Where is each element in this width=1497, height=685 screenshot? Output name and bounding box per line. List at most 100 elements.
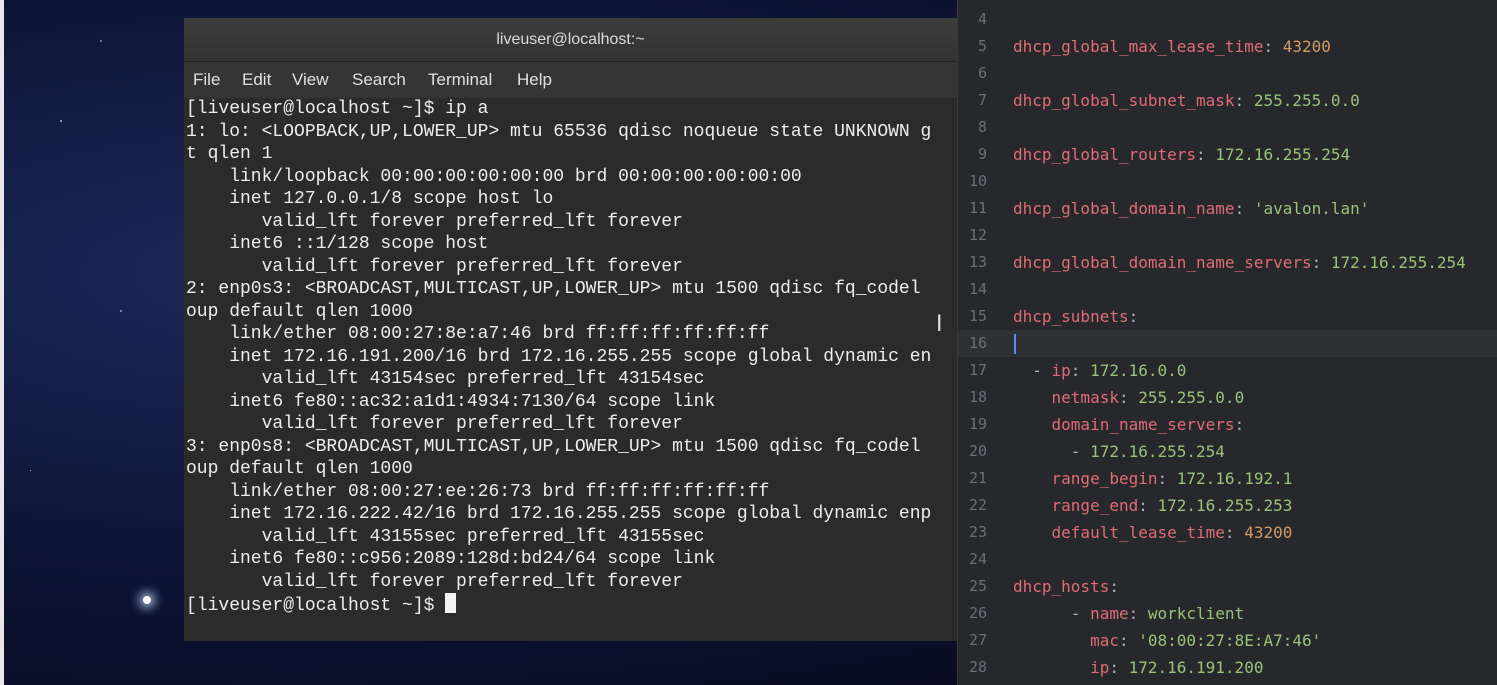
line-indent: -: [1013, 442, 1091, 461]
yaml-separator: :: [1109, 577, 1119, 596]
editor-line[interactable]: 15 dhcp_subnets:: [958, 303, 1497, 330]
editor-line[interactable]: 12: [958, 222, 1497, 249]
line-number: 20: [968, 442, 987, 460]
terminal-output[interactable]: [liveuser@localhost ~]$ ip a 1: lo: <LOOP…: [184, 98, 957, 641]
terminal-window[interactable]: liveuser@localhost:~ File Edit View Sear…: [184, 18, 957, 641]
line-number: 21: [968, 469, 987, 487]
editor-line[interactable]: 19 domain_name_servers:: [958, 411, 1497, 438]
line-code: - name: workclient: [1013, 600, 1244, 627]
editor-line[interactable]: 23 default_lease_time: 43200: [958, 519, 1497, 546]
yaml-value: 172.16.255.254: [1090, 442, 1225, 461]
editor-line[interactable]: 17 - ip: 172.16.0.0: [958, 357, 1497, 384]
line-code: dhcp_global_subnet_mask: 255.255.0.0: [1013, 87, 1360, 114]
editor-line[interactable]: 13 dhcp_global_domain_name_servers: 172.1…: [958, 249, 1497, 276]
editor-line[interactable]: 18 netmask: 255.255.0.0: [958, 384, 1497, 411]
line-code: dhcp_hosts:: [1013, 573, 1119, 600]
terminal-output-line: valid_lft forever preferred_lft forever: [186, 256, 683, 277]
menu-file[interactable]: File: [193, 62, 220, 98]
line-number: 28: [968, 658, 987, 676]
desktop-star: [100, 40, 102, 42]
editor-line[interactable]: 6: [958, 60, 1497, 87]
editor-line[interactable]: 10: [958, 168, 1497, 195]
yaml-separator: :: [1234, 199, 1254, 218]
editor-line[interactable]: 5 dhcp_global_max_lease_time: 43200: [958, 33, 1497, 60]
line-code: default_lease_time: 43200: [1013, 519, 1293, 546]
line-number: 6: [977, 64, 987, 82]
yaml-value: 172.16.0.0: [1090, 361, 1187, 380]
line-number: 17: [968, 361, 987, 379]
yaml-separator: :: [1070, 361, 1091, 380]
menu-view[interactable]: View: [292, 62, 329, 98]
line-number: 9: [977, 145, 987, 163]
line-code: ip: 172.16.191.200: [1013, 654, 1263, 681]
editor-line[interactable]: 11 dhcp_global_domain_name: 'avalon.lan': [958, 195, 1497, 222]
yaml-separator: :: [1118, 388, 1139, 407]
yaml-key: range_begin: [1051, 469, 1158, 488]
yaml-key: dhcp_subnets: [1013, 307, 1129, 326]
line-code: dhcp_global_domain_name: 'avalon.lan': [1013, 195, 1369, 222]
yaml-key: dhcp_global_domain_name: [1013, 199, 1235, 218]
terminal-output-line: inet6 fe80::ac32:a1d1:4934:7130/64 scope…: [186, 391, 716, 412]
terminal-output-line: inet6 fe80::c956:2089:128d:bd24/64 scope…: [186, 549, 716, 569]
menu-search[interactable]: Search: [352, 62, 406, 98]
terminal-output-line: link/ether 08:00:27:8e:a7:46 brd ff:ff:f…: [186, 324, 770, 344]
line-code: range_begin: 172.16.192.1: [1013, 465, 1293, 492]
terminal-title: liveuser@localhost:~: [496, 31, 645, 48]
editor-line[interactable]: 25 dhcp_hosts:: [958, 573, 1497, 600]
yaml-value: 172.16.255.253: [1157, 496, 1293, 515]
yaml-key: name: [1090, 604, 1129, 623]
yaml-value: 'avalon.lan': [1253, 199, 1370, 218]
line-number: 24: [968, 550, 987, 568]
terminal-cursor: [445, 593, 457, 613]
yaml-separator: :: [1157, 469, 1177, 488]
editor-line[interactable]: 20 - 172.16.255.254: [958, 438, 1497, 465]
line-number: 7: [977, 91, 987, 109]
editor-line[interactable]: 21 range_begin: 172.16.192.1: [958, 465, 1497, 492]
terminal-prompt-line[interactable]: [liveuser@localhost ~]$: [186, 593, 457, 616]
code-editor[interactable]: 4 5 dhcp_global_max_lease_time: 43200 6 7 dhc…: [957, 0, 1497, 685]
desktop-star: [60, 120, 62, 122]
menu-edit[interactable]: Edit: [242, 62, 271, 98]
line-number: 5: [977, 37, 987, 55]
editor-line[interactable]: 24: [958, 546, 1497, 573]
editor-line[interactable]: 27 mac: '08:00:27:8E:A7:46': [958, 627, 1497, 654]
editor-line[interactable]: 8: [958, 114, 1497, 141]
desktop-star: [143, 596, 151, 604]
menu-help[interactable]: Help: [517, 62, 552, 98]
terminal-titlebar[interactable]: liveuser@localhost:~: [184, 18, 957, 62]
editor-line[interactable]: 9 dhcp_global_routers: 172.16.255.254: [958, 141, 1497, 168]
yaml-key: netmask: [1051, 388, 1119, 407]
line-code: mac: '08:00:27:8E:A7:46': [1013, 627, 1321, 654]
yaml-key: ip: [1090, 658, 1110, 677]
terminal-prompt: [liveuser@localhost ~]$: [186, 596, 446, 616]
yaml-key: dhcp_global_domain_name_servers: [1013, 253, 1312, 272]
editor-line[interactable]: 28 ip: 172.16.191.200: [958, 654, 1497, 681]
line-number: 25: [968, 577, 987, 595]
line-number: 13: [968, 253, 987, 271]
text-caret: [1014, 334, 1016, 354]
menu-terminal[interactable]: Terminal: [428, 62, 492, 98]
editor-line[interactable]: 22 range_end: 172.16.255.253: [958, 492, 1497, 519]
line-number: 14: [968, 280, 987, 298]
line-code: dhcp_global_max_lease_time: 43200: [1013, 33, 1331, 60]
editor-line[interactable]: 16: [958, 330, 1497, 357]
editor-line[interactable]: 26 - name: workclient: [958, 600, 1497, 627]
line-number: 19: [968, 415, 987, 433]
terminal-output-line: link/ether 08:00:27:ee:26:73 brd ff:ff:f…: [186, 481, 770, 502]
yaml-key: mac: [1090, 631, 1119, 650]
terminal-menubar: File Edit View Search Terminal Help: [184, 62, 957, 98]
terminal-output-line: inet6 ::1/128 scope host: [186, 234, 489, 254]
line-number: 15: [968, 307, 987, 325]
yaml-key: domain_name_servers: [1051, 415, 1235, 434]
editor-line[interactable]: 7 dhcp_global_subnet_mask: 255.255.0.0: [958, 87, 1497, 114]
editor-line[interactable]: 14: [958, 276, 1497, 303]
line-code: netmask: 255.255.0.0: [1013, 384, 1245, 411]
yaml-separator: :: [1234, 415, 1245, 434]
line-indent: -: [1013, 604, 1091, 623]
editor-line[interactable]: 4: [958, 6, 1497, 33]
